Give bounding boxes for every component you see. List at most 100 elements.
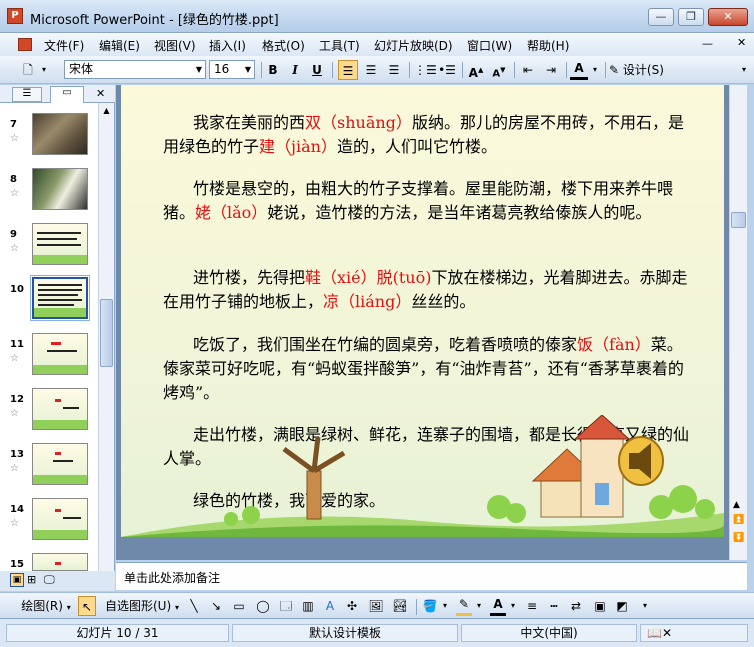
slide-thumb-14[interactable]	[32, 498, 88, 540]
toolbar-options-icon[interactable]: ▾	[738, 60, 750, 80]
font-size-combo[interactable]: 16 ▼	[209, 60, 255, 79]
slide-thumb-8[interactable]	[32, 168, 88, 210]
arrow-style-icon[interactable]: ⇄	[568, 596, 584, 616]
font-name-combo[interactable]: 宋体 ▼	[64, 60, 206, 79]
doc-minimize-icon[interactable]: —	[702, 37, 713, 50]
italic-icon[interactable]: I	[286, 60, 304, 80]
draw-font-color-dropdown-icon[interactable]: ▾	[508, 596, 518, 616]
slide-scrollbar[interactable]: ▲ ⏫ ⏬	[729, 85, 747, 560]
underline-icon[interactable]: U	[308, 60, 326, 80]
doc-close-icon[interactable]: ✕	[737, 36, 746, 49]
font-color-dropdown-icon[interactable]: ▾	[590, 60, 600, 80]
document-icon[interactable]	[18, 38, 32, 51]
close-button[interactable]: ✕	[708, 8, 748, 26]
oval-icon[interactable]: ◯	[254, 596, 272, 616]
slide-paragraph-3[interactable]: 进竹楼，先得把鞋（xié）脱(tuō)下放在楼梯边，光着脚进去。赤脚走在用竹子铺…	[163, 266, 693, 314]
new-document-icon[interactable]: 🗋	[18, 60, 38, 80]
new-dropdown-icon[interactable]: ▾	[38, 60, 50, 80]
normal-view-icon[interactable]: ▣	[10, 573, 24, 587]
autoshape-menu-button[interactable]: 自选图形(U) ▾	[104, 596, 180, 616]
fill-color-dropdown-icon[interactable]: ▾	[440, 596, 450, 616]
slide-thumb-11[interactable]	[32, 333, 88, 375]
chevron-down-icon[interactable]: ▼	[242, 61, 254, 78]
slides-tab-icon[interactable]: ▭	[50, 86, 84, 103]
numbering-icon[interactable]: ⋮☰	[414, 60, 437, 80]
slide-sorter-icon[interactable]: ⊞	[27, 573, 36, 586]
menu-help[interactable]: 帮助(H)	[527, 37, 569, 54]
slide-paragraph-2[interactable]: 竹楼是悬空的，由粗大的竹子支撑着。屋里能防潮，楼下用来养牛喂猪。姥（lǎo）姥说…	[163, 177, 693, 225]
slide-thumb-12[interactable]	[32, 388, 88, 430]
star-icon: ☆	[10, 243, 19, 254]
arrow-icon[interactable]: ↘	[208, 596, 224, 616]
restore-button[interactable]: ❐	[678, 8, 704, 26]
shadow-style-icon[interactable]: ▣	[592, 596, 608, 616]
vertical-text-box-icon[interactable]: ▥	[300, 596, 316, 616]
slide-paragraph-1[interactable]: 我家在美丽的西双（shuāng）版纳。那儿的房屋不用砖，不用石，是用绿色的竹子建…	[163, 111, 693, 159]
slide-thumb-10[interactable]	[30, 275, 90, 321]
decrease-indent-icon[interactable]: ⇤	[518, 60, 538, 80]
bullets-icon[interactable]: •☰	[437, 60, 457, 80]
draw-menu-button[interactable]: 绘图(R) ▾	[18, 596, 74, 616]
outline-tab-icon[interactable]: ☰	[12, 87, 42, 102]
minimize-button[interactable]: —	[648, 8, 674, 26]
menu-slideshow[interactable]: 幻灯片放映(D)	[374, 37, 453, 54]
notes-pane[interactable]: 单击此处添加备注	[116, 562, 747, 590]
sound-speaker-icon	[618, 436, 664, 486]
fill-color-icon[interactable]: 🪣	[422, 596, 438, 616]
menu-edit[interactable]: 编辑(E)	[99, 37, 140, 54]
menu-file[interactable]: 文件(F)	[44, 37, 84, 54]
slide-text-run: 我家在美丽的西	[193, 113, 306, 132]
next-slide-icon[interactable]: ⏬	[733, 533, 744, 543]
scroll-up-icon[interactable]: ▲	[99, 103, 114, 119]
line-color-icon[interactable]: ✎	[456, 596, 472, 616]
slide-thumb-9[interactable]	[32, 223, 88, 265]
text-box-icon[interactable]: 🗔	[278, 596, 294, 616]
slideshow-icon[interactable]: 🖵	[44, 573, 55, 587]
line-icon[interactable]: ╲	[186, 596, 202, 616]
line-style-icon[interactable]: ≡	[524, 596, 540, 616]
previous-slide-icon[interactable]: ⏫	[733, 515, 744, 525]
draw-font-color-icon[interactable]: A	[490, 596, 506, 616]
slide-thumb-15[interactable]	[32, 553, 88, 571]
wordart-icon[interactable]: A	[322, 596, 338, 616]
design-button[interactable]: ✎ 设计(S)	[609, 60, 671, 80]
pane-tabs: ☰ ▭ ✕	[0, 85, 115, 103]
spelling-status-icon[interactable]: 📖✕	[640, 624, 748, 642]
align-right-icon[interactable]: ☰	[384, 60, 404, 80]
scroll-up-icon[interactable]: ▲	[733, 500, 740, 510]
line-color-dropdown-icon[interactable]: ▾	[474, 596, 484, 616]
clip-art-icon[interactable]: 🖼	[368, 596, 384, 616]
chevron-down-icon[interactable]: ▼	[193, 61, 205, 78]
current-slide[interactable]: 我家在美丽的西双（shuāng）版纳。那儿的房屋不用砖，不用石，是用绿色的竹子建…	[121, 85, 724, 537]
powerpoint-app-icon[interactable]: P	[7, 8, 23, 24]
align-left-icon[interactable]: ☰	[338, 60, 358, 80]
star-icon: ☆	[10, 188, 19, 199]
close-pane-icon[interactable]: ✕	[96, 87, 105, 100]
increase-font-icon[interactable]: A▲	[466, 60, 486, 80]
menu-insert[interactable]: 插入(I)	[209, 37, 246, 54]
bold-icon[interactable]: B	[264, 60, 282, 80]
slide-thumb-13[interactable]	[32, 443, 88, 485]
scroll-thumb[interactable]	[731, 212, 746, 228]
rectangle-icon[interactable]: ▭	[230, 596, 248, 616]
align-center-icon[interactable]: ☰	[361, 60, 381, 80]
menu-window[interactable]: 窗口(W)	[467, 37, 512, 54]
increase-indent-icon[interactable]: ⇥	[541, 60, 561, 80]
slide-thumb-7[interactable]	[32, 113, 88, 155]
decrease-font-icon[interactable]: A▼	[489, 60, 509, 80]
toolbar-options-icon[interactable]: ▾	[640, 596, 650, 616]
menu-view[interactable]: 视图(V)	[154, 37, 196, 54]
3d-style-icon[interactable]: ◩	[614, 596, 630, 616]
slides-pane-scrollbar[interactable]: ▲	[98, 103, 114, 571]
slide-paragraph-4[interactable]: 吃饭了，我们围坐在竹编的圆桌旁，吃着香喷喷的傣家饭（fàn）菜。傣家菜可好吃呢，…	[163, 333, 693, 405]
title-bar: P Microsoft PowerPoint - [绿色的竹楼.ppt] — ❐…	[0, 0, 754, 33]
dash-style-icon[interactable]: ┅	[546, 596, 562, 616]
scroll-thumb[interactable]	[100, 299, 113, 367]
menu-tools[interactable]: 工具(T)	[319, 37, 360, 54]
picture-icon[interactable]: 🏞	[392, 596, 408, 616]
font-color-icon[interactable]: A	[570, 60, 588, 80]
select-pointer-icon[interactable]: ↖	[78, 596, 96, 616]
diagram-icon[interactable]: ✣	[344, 596, 360, 616]
design-template-name[interactable]: 默认设计模板	[232, 624, 458, 642]
menu-format[interactable]: 格式(O)	[262, 37, 305, 54]
